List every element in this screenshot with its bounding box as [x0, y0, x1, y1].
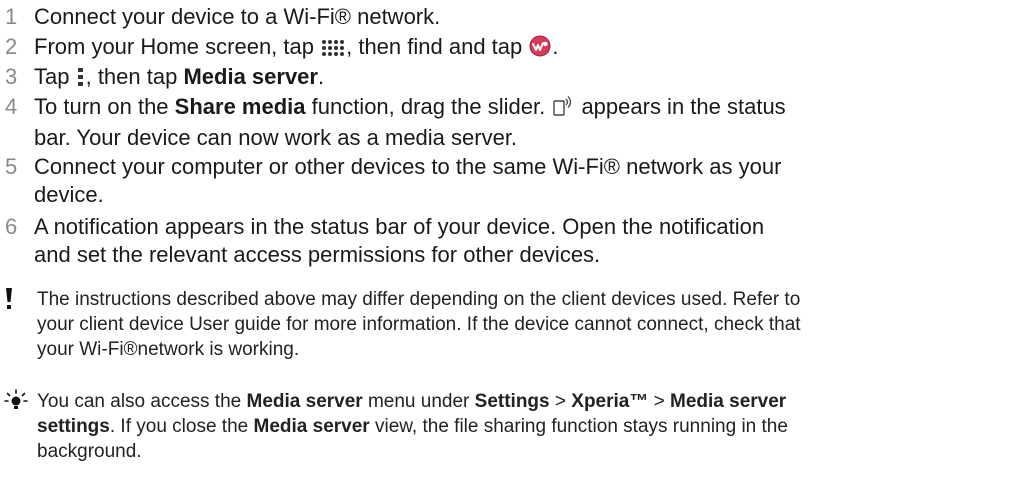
step-number: 6 [5, 214, 18, 239]
tip-text: You can also access the Media server men… [37, 391, 788, 462]
step-number: 1 [5, 4, 18, 29]
menu-icon [77, 66, 85, 94]
step-text: Tap , then tap Media server. [34, 63, 1024, 94]
step-number: 2 [5, 34, 18, 59]
step-text: To turn on the Share media function, dra… [34, 94, 786, 150]
step-text: A notification appears in the status bar… [34, 214, 765, 267]
step-text: Connect your computer or other devices t… [34, 154, 782, 207]
step-text: Connect your device to a Wi-Fi® network. [34, 4, 441, 29]
step-text: From your Home screen, tap , then find a… [34, 33, 1024, 64]
walkman-app-icon [529, 35, 551, 64]
share-media-status-icon [552, 95, 574, 124]
step-number: 3 [5, 64, 18, 89]
step-number: 5 [5, 154, 18, 179]
apps-grid-icon [321, 36, 345, 64]
lightbulb-icon [4, 389, 28, 418]
step-number: 4 [5, 94, 18, 119]
warning-text: The instructions described above may dif… [37, 289, 801, 360]
exclamation-icon [4, 287, 14, 318]
